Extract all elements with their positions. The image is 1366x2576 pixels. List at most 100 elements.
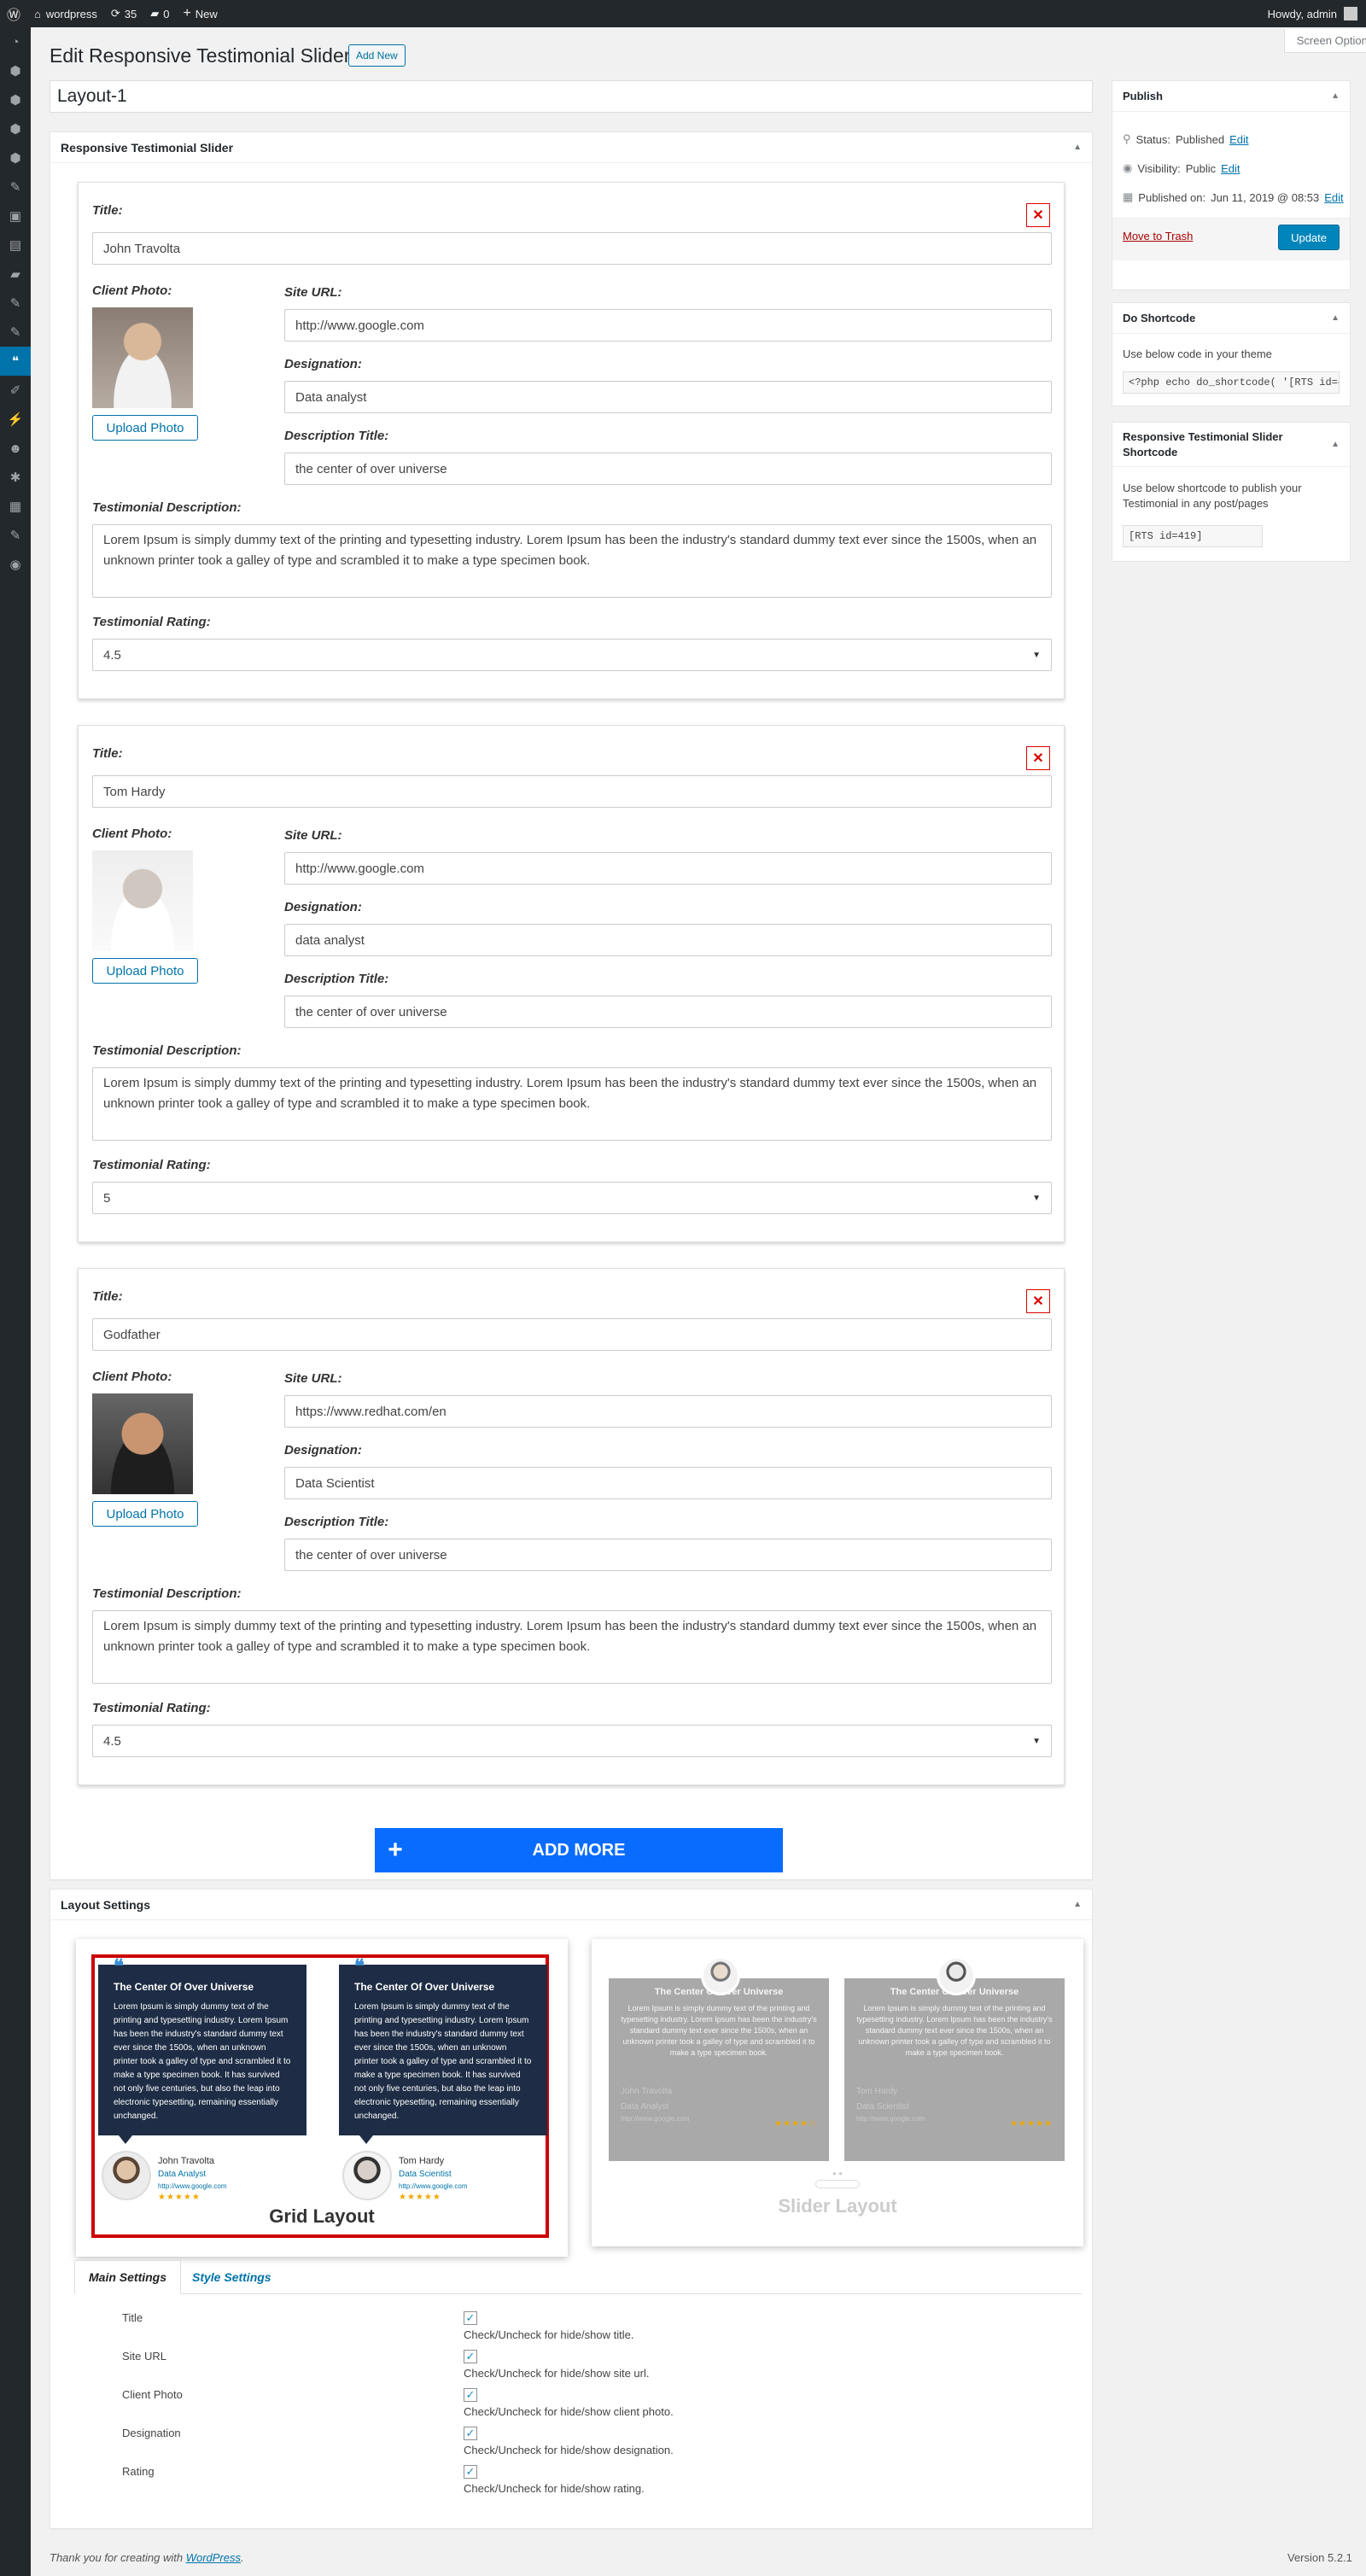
appearance-icon[interactable]: ✐ bbox=[0, 376, 31, 405]
pin-icon[interactable]: ✎ bbox=[0, 289, 31, 318]
quote-icon: ❝ bbox=[114, 1955, 124, 1977]
setting-name: Client Photo bbox=[122, 2388, 183, 2401]
settings-icon[interactable]: ▦ bbox=[0, 492, 31, 521]
edit-visibility-link[interactable]: Edit bbox=[1221, 162, 1240, 175]
designation-label: Designation: bbox=[284, 357, 362, 371]
collapse-menu-icon[interactable]: ◉ bbox=[0, 550, 31, 579]
edit-status-link[interactable]: Edit bbox=[1229, 133, 1248, 146]
setting-description: Check/Uncheck for hide/show title. bbox=[464, 2328, 634, 2341]
comments-link[interactable]: ▰ 0 bbox=[143, 0, 176, 27]
caret-up-icon[interactable]: ▲ bbox=[1073, 143, 1082, 152]
site-url-input[interactable]: https://www.redhat.com/en bbox=[284, 1395, 1052, 1428]
edit-date-link[interactable]: Edit bbox=[1324, 191, 1343, 204]
upload-photo-button[interactable]: Upload Photo bbox=[92, 415, 198, 441]
post-title-input[interactable]: Layout-1 bbox=[50, 80, 1093, 113]
caret-down-icon: ▼ bbox=[1032, 650, 1041, 660]
plugin-menu-icon[interactable]: ⬢ bbox=[0, 143, 31, 172]
testimonial-description-textarea[interactable]: Lorem Ipsum is simply dummy text of the … bbox=[92, 524, 1052, 598]
slider-arrows bbox=[815, 2180, 860, 2188]
updates-icon: ⟳ bbox=[110, 7, 120, 20]
caret-up-icon[interactable]: ▲ bbox=[1331, 91, 1340, 101]
tab-main-settings[interactable]: Main Settings bbox=[74, 2260, 182, 2294]
delete-testimonial-button[interactable]: ✕ bbox=[1026, 746, 1050, 770]
client-photo bbox=[92, 1393, 193, 1494]
testimonial-description-textarea[interactable]: Lorem Ipsum is simply dummy text of the … bbox=[92, 1610, 1052, 1684]
delete-testimonial-button[interactable]: ✕ bbox=[1026, 1289, 1050, 1313]
description-title-input[interactable]: the center of over universe bbox=[284, 1539, 1052, 1571]
designation-input[interactable]: data analyst bbox=[284, 924, 1052, 956]
upload-photo-button[interactable]: Upload Photo bbox=[92, 958, 198, 984]
setting-checkbox[interactable]: ✓ bbox=[464, 2311, 477, 2325]
caret-up-icon[interactable]: ▲ bbox=[1331, 437, 1340, 453]
setting-checkbox[interactable]: ✓ bbox=[464, 2350, 477, 2363]
site-url-label: Site URL: bbox=[284, 828, 342, 843]
testimonial-description-textarea[interactable]: Lorem Ipsum is simply dummy text of the … bbox=[92, 1067, 1052, 1141]
site-url-input[interactable]: http://www.google.com bbox=[284, 852, 1052, 885]
plugin-menu-icon[interactable]: ⬢ bbox=[0, 85, 31, 114]
wordpress-logo-icon[interactable]: Ⓦ bbox=[0, 0, 27, 27]
setting-row: Client Photo ✓ Check/Uncheck for hide/sh… bbox=[74, 2385, 1082, 2424]
testimonial-rating-select[interactable]: 4.5 ▼ bbox=[92, 639, 1052, 671]
title-input[interactable]: John Travolta bbox=[92, 232, 1052, 265]
plugin-menu-icon[interactable]: ⬢ bbox=[0, 114, 31, 143]
title-label: Title: bbox=[92, 746, 123, 761]
delete-testimonial-button[interactable]: ✕ bbox=[1026, 203, 1050, 227]
dashboard-icon[interactable]: ◔ bbox=[0, 27, 31, 56]
title-input[interactable]: Godfather bbox=[92, 1318, 1052, 1351]
slider-shortcode-input[interactable]: [RTS id=419] bbox=[1123, 525, 1263, 547]
setting-checkbox[interactable]: ✓ bbox=[464, 2388, 477, 2402]
page-title: Edit Responsive Testimonial Slider bbox=[50, 44, 351, 67]
setting-name: Title bbox=[122, 2311, 143, 2324]
comments-icon[interactable]: ▰ bbox=[0, 260, 31, 289]
caret-up-icon[interactable]: ▲ bbox=[1073, 1900, 1082, 1909]
grid-layout-option[interactable]: ❝ The Center Of Over Universe Lorem Ipsu… bbox=[76, 1939, 568, 2257]
tools-icon[interactable]: ✱ bbox=[0, 463, 31, 492]
testimonial-description-label: Testimonial Description: bbox=[92, 1586, 242, 1601]
settings-tabs: Main Settings Style Settings bbox=[74, 2260, 1082, 2294]
metabox-header[interactable]: Responsive Testimonial Slider ▲ bbox=[50, 132, 1092, 163]
media-icon[interactable]: ▣ bbox=[0, 202, 31, 231]
pages-icon[interactable]: ▤ bbox=[0, 231, 31, 260]
do-shortcode-input[interactable]: <?php echo do_shortcode( '[RTS id=419]' … bbox=[1123, 371, 1340, 394]
footer-version: Version 5.2.1 bbox=[1287, 2551, 1352, 2564]
slider-layout-option[interactable]: The Center Of Over Universe Lorem Ipsum … bbox=[592, 1939, 1083, 2246]
new-content-link[interactable]: + New bbox=[176, 0, 224, 27]
pin-icon[interactable]: ✎ bbox=[0, 172, 31, 202]
users-icon[interactable]: ☻ bbox=[0, 434, 31, 463]
tab-style-settings[interactable]: Style Settings bbox=[178, 2260, 285, 2294]
my-account[interactable]: Howdy, admin bbox=[1268, 7, 1366, 20]
caret-up-icon[interactable]: ▲ bbox=[1331, 313, 1340, 323]
site-name-link[interactable]: ⌂ wordpress bbox=[27, 0, 104, 27]
testimonial-quote-icon[interactable]: ❝ bbox=[0, 347, 31, 376]
slider-shortcode-header[interactable]: Responsive Testimonial Slider Shortcode ▲ bbox=[1112, 423, 1350, 467]
grid-person-info: John Travolta Data Analyst http://www.go… bbox=[158, 2154, 226, 2205]
add-more-button[interactable]: + ADD MORE bbox=[375, 1828, 783, 1872]
testimonial-rating-select[interactable]: 5 ▼ bbox=[92, 1182, 1052, 1214]
pin-icon[interactable]: ✎ bbox=[0, 521, 31, 550]
add-new-button[interactable]: Add New bbox=[348, 44, 406, 67]
plugins-icon[interactable]: ⚡ bbox=[0, 405, 31, 434]
plugin-menu-icon[interactable]: ⬢ bbox=[0, 56, 31, 85]
title-input[interactable]: Tom Hardy bbox=[92, 775, 1052, 808]
upload-photo-button[interactable]: Upload Photo bbox=[92, 1501, 198, 1527]
slider-layout-label: Slider Layout bbox=[778, 2195, 897, 2217]
setting-checkbox[interactable]: ✓ bbox=[464, 2465, 477, 2479]
screen-options-button[interactable]: Screen Options▼ bbox=[1284, 29, 1366, 53]
setting-description: Check/Uncheck for hide/show rating. bbox=[464, 2482, 645, 2495]
setting-checkbox[interactable]: ✓ bbox=[464, 2427, 477, 2440]
updates-link[interactable]: ⟳ 35 bbox=[104, 0, 143, 27]
move-to-trash-link[interactable]: Move to Trash bbox=[1123, 230, 1193, 242]
metabox-header[interactable]: Layout Settings ▲ bbox=[50, 1890, 1092, 1920]
testimonial-rating-select[interactable]: 4.5 ▼ bbox=[92, 1725, 1052, 1757]
do-shortcode-header[interactable]: Do Shortcode ▲ bbox=[1112, 303, 1350, 334]
designation-input[interactable]: Data analyst bbox=[284, 381, 1052, 413]
description-title-input[interactable]: the center of over universe bbox=[284, 996, 1052, 1028]
site-url-input[interactable]: http://www.google.com bbox=[284, 309, 1052, 342]
designation-input[interactable]: Data Scientist bbox=[284, 1467, 1052, 1499]
calendar-icon: ▦ bbox=[1123, 190, 1134, 203]
publish-header[interactable]: Publish ▲ bbox=[1112, 81, 1350, 112]
description-title-input[interactable]: the center of over universe bbox=[284, 453, 1052, 485]
wordpress-link[interactable]: WordPress bbox=[186, 2551, 241, 2564]
pin-icon[interactable]: ✎ bbox=[0, 318, 31, 347]
update-button[interactable]: Update bbox=[1278, 225, 1340, 250]
